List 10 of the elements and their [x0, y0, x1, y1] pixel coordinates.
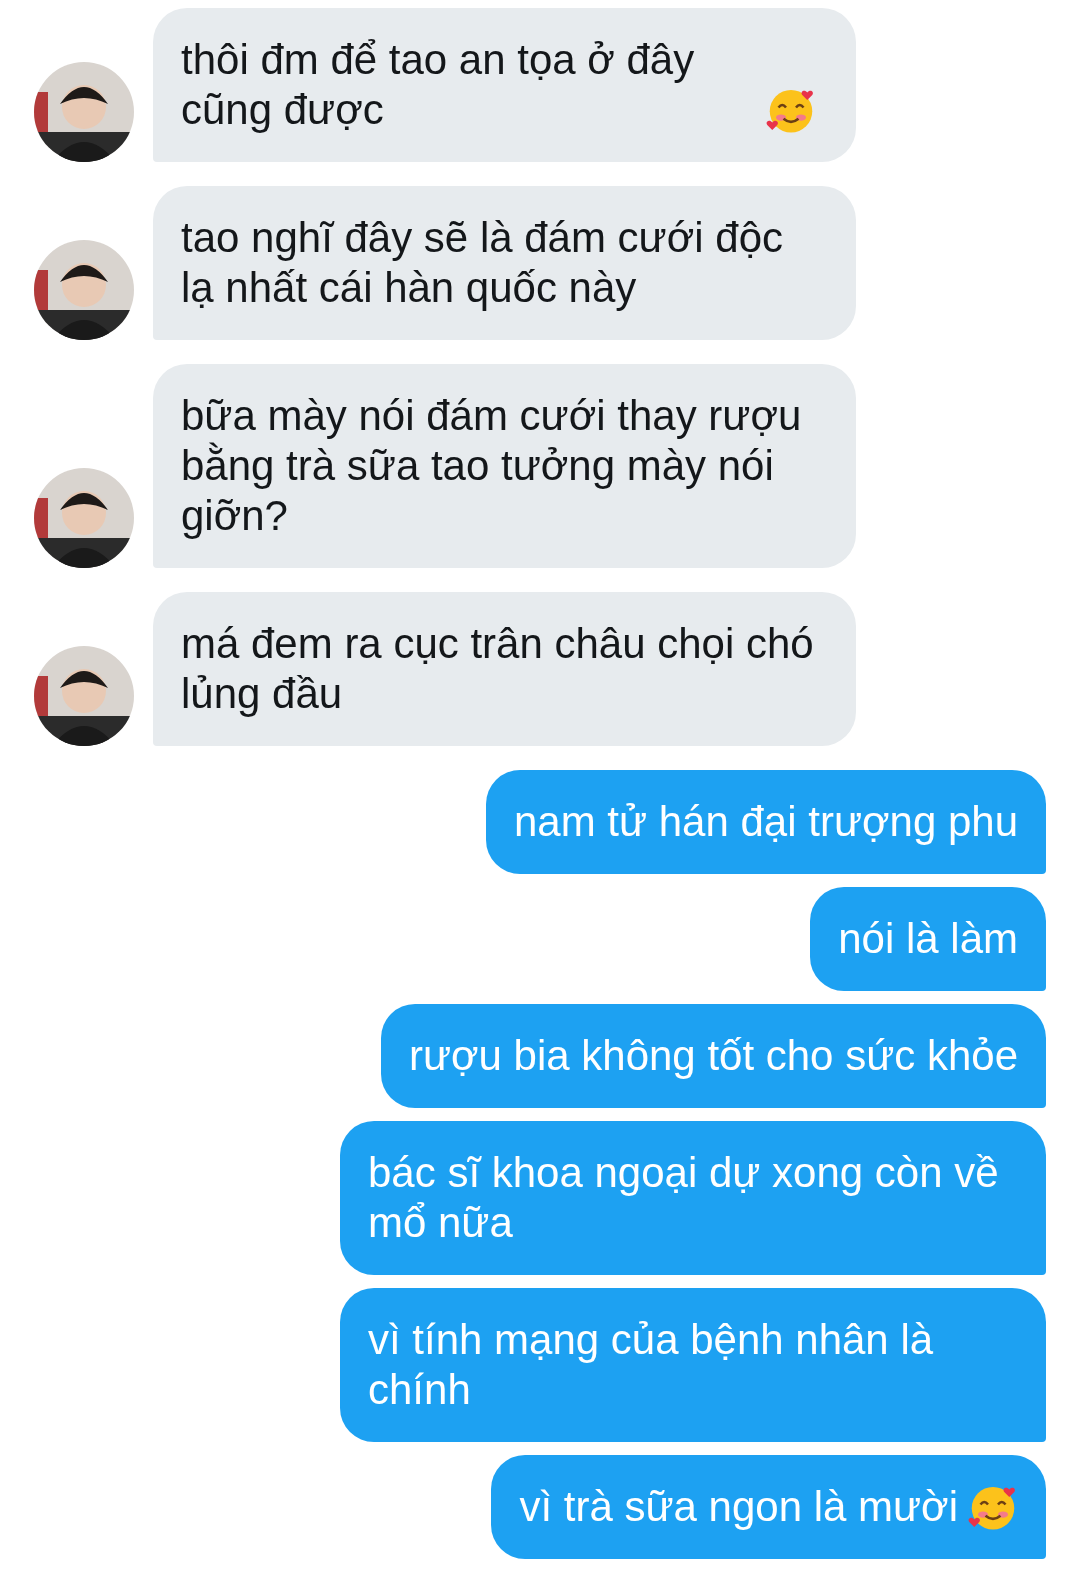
message-text: má đem ra cục trân châu chọi chó lủng đầu — [181, 619, 815, 719]
message-text: nam tử hán đại trượng phu — [513, 797, 1018, 847]
message-text: nói là làm — [838, 914, 1018, 964]
message-text: vì tính mạng của bệnh nhân là chính — [368, 1315, 935, 1415]
message-text: bữa mày nói đám cưới thay rượu bằng trà sữa tao tưởng mày nói giỡn? — [181, 391, 803, 541]
message-text: tao nghĩ đây sẽ là đám cưới độc lạ nhất cái hàn quốc này — [181, 213, 784, 313]
message-text: rượu bia không tốt cho sức khỏe — [408, 1031, 1018, 1081]
message-text: vì trà sữa ngon là mười — [519, 1482, 958, 1532]
message-text: thôi đm để tao an tọa ở đây cũng được — [181, 35, 696, 135]
message-text: bác sĩ khoa ngoại dự xong còn về mổ nữa — [368, 1148, 1000, 1248]
